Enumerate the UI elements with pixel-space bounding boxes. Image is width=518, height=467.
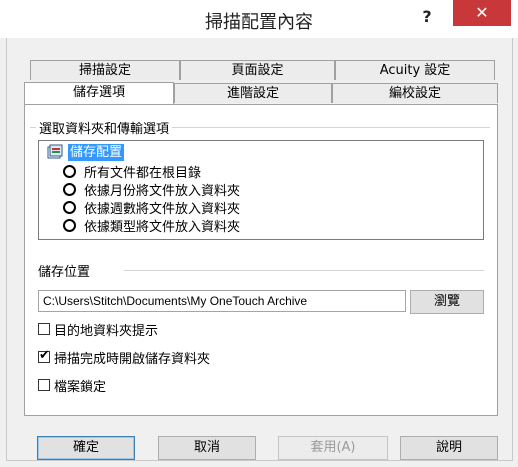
location-group-label: 儲存位置 [38,261,91,280]
tree-root-label: 儲存配置 [68,143,125,161]
browse-button[interactable]: 瀏覽 [410,290,484,314]
checkbox-label: 目的地資料夾提示 [54,323,159,339]
dialog-window: 掃描配置內容 ? ✕ 掃描設定 頁面設定 Acuity 設定 儲存選項 進階設定… [0,0,518,467]
checkbox-label: 檔案鎖定 [54,379,107,395]
close-button[interactable]: ✕ [453,0,511,26]
option-by-week[interactable]: 依據週數將文件放入資料夾 [63,198,241,217]
help-button[interactable]: 說明 [400,436,498,460]
tab-scan-settings[interactable]: 掃描設定 [30,60,180,80]
option-label: 所有文件都在根目錄 [84,165,202,181]
option-by-month[interactable]: 依據月份將文件放入資料夾 [63,180,241,199]
tab-acuity-settings[interactable]: Acuity 設定 [335,60,495,80]
option-label: 依據類型將文件放入資料夾 [84,219,241,235]
folder-group-label: 選取資料夾和傳輸選項 [36,118,173,137]
window-title: 掃描配置內容 [205,12,313,33]
save-path-field[interactable]: C:\Users\Stitch\Documents\My OneTouch Ar… [38,290,406,312]
title-bar: 掃描配置內容 ? ✕ [0,0,518,38]
radio-indicator [63,182,76,196]
checkbox-destination-prompt[interactable]: 目的地資料夾提示 [38,320,159,339]
location-divider [124,270,484,271]
radio-indicator [63,200,76,214]
option-root-directory[interactable]: 所有文件都在根目錄 [63,162,202,181]
tab-page-settings[interactable]: 頁面設定 [180,60,335,80]
checkbox-box [38,323,50,335]
tab-save-options[interactable]: 儲存選項 [24,82,174,104]
option-label: 依據月份將文件放入資料夾 [84,183,241,199]
checkbox-label: 掃描完成時開啟儲存資料夾 [54,351,211,367]
radio-indicator [63,164,76,178]
checkbox-box: ✔ [38,348,50,363]
tab-editing-settings[interactable]: 編校設定 [332,83,498,103]
ok-button[interactable]: 確定 [37,436,135,460]
apply-button[interactable]: 套用(A) [278,436,388,460]
folder-option-list[interactable]: 儲存配置 所有文件都在根目錄 依據月份將文件放入資料夾 依據週數將文件放入資料夾… [38,140,484,240]
checkbox-box [38,379,50,391]
radio-indicator [63,218,76,232]
cancel-button[interactable]: 取消 [158,436,256,460]
folder-config-icon [47,144,65,160]
checkmark-icon: ✔ [39,348,50,363]
tree-root-item[interactable]: 儲存配置 [47,143,125,161]
option-by-type[interactable]: 依據類型將文件放入資料夾 [63,216,241,235]
tab-advanced-settings[interactable]: 進階設定 [174,83,332,103]
help-icon[interactable]: ? [416,4,438,30]
option-label: 依據週數將文件放入資料夾 [84,201,241,217]
checkbox-file-lock[interactable]: 檔案鎖定 [38,376,107,395]
checkbox-open-folder[interactable]: ✔ 掃描完成時開啟儲存資料夾 [38,348,211,367]
